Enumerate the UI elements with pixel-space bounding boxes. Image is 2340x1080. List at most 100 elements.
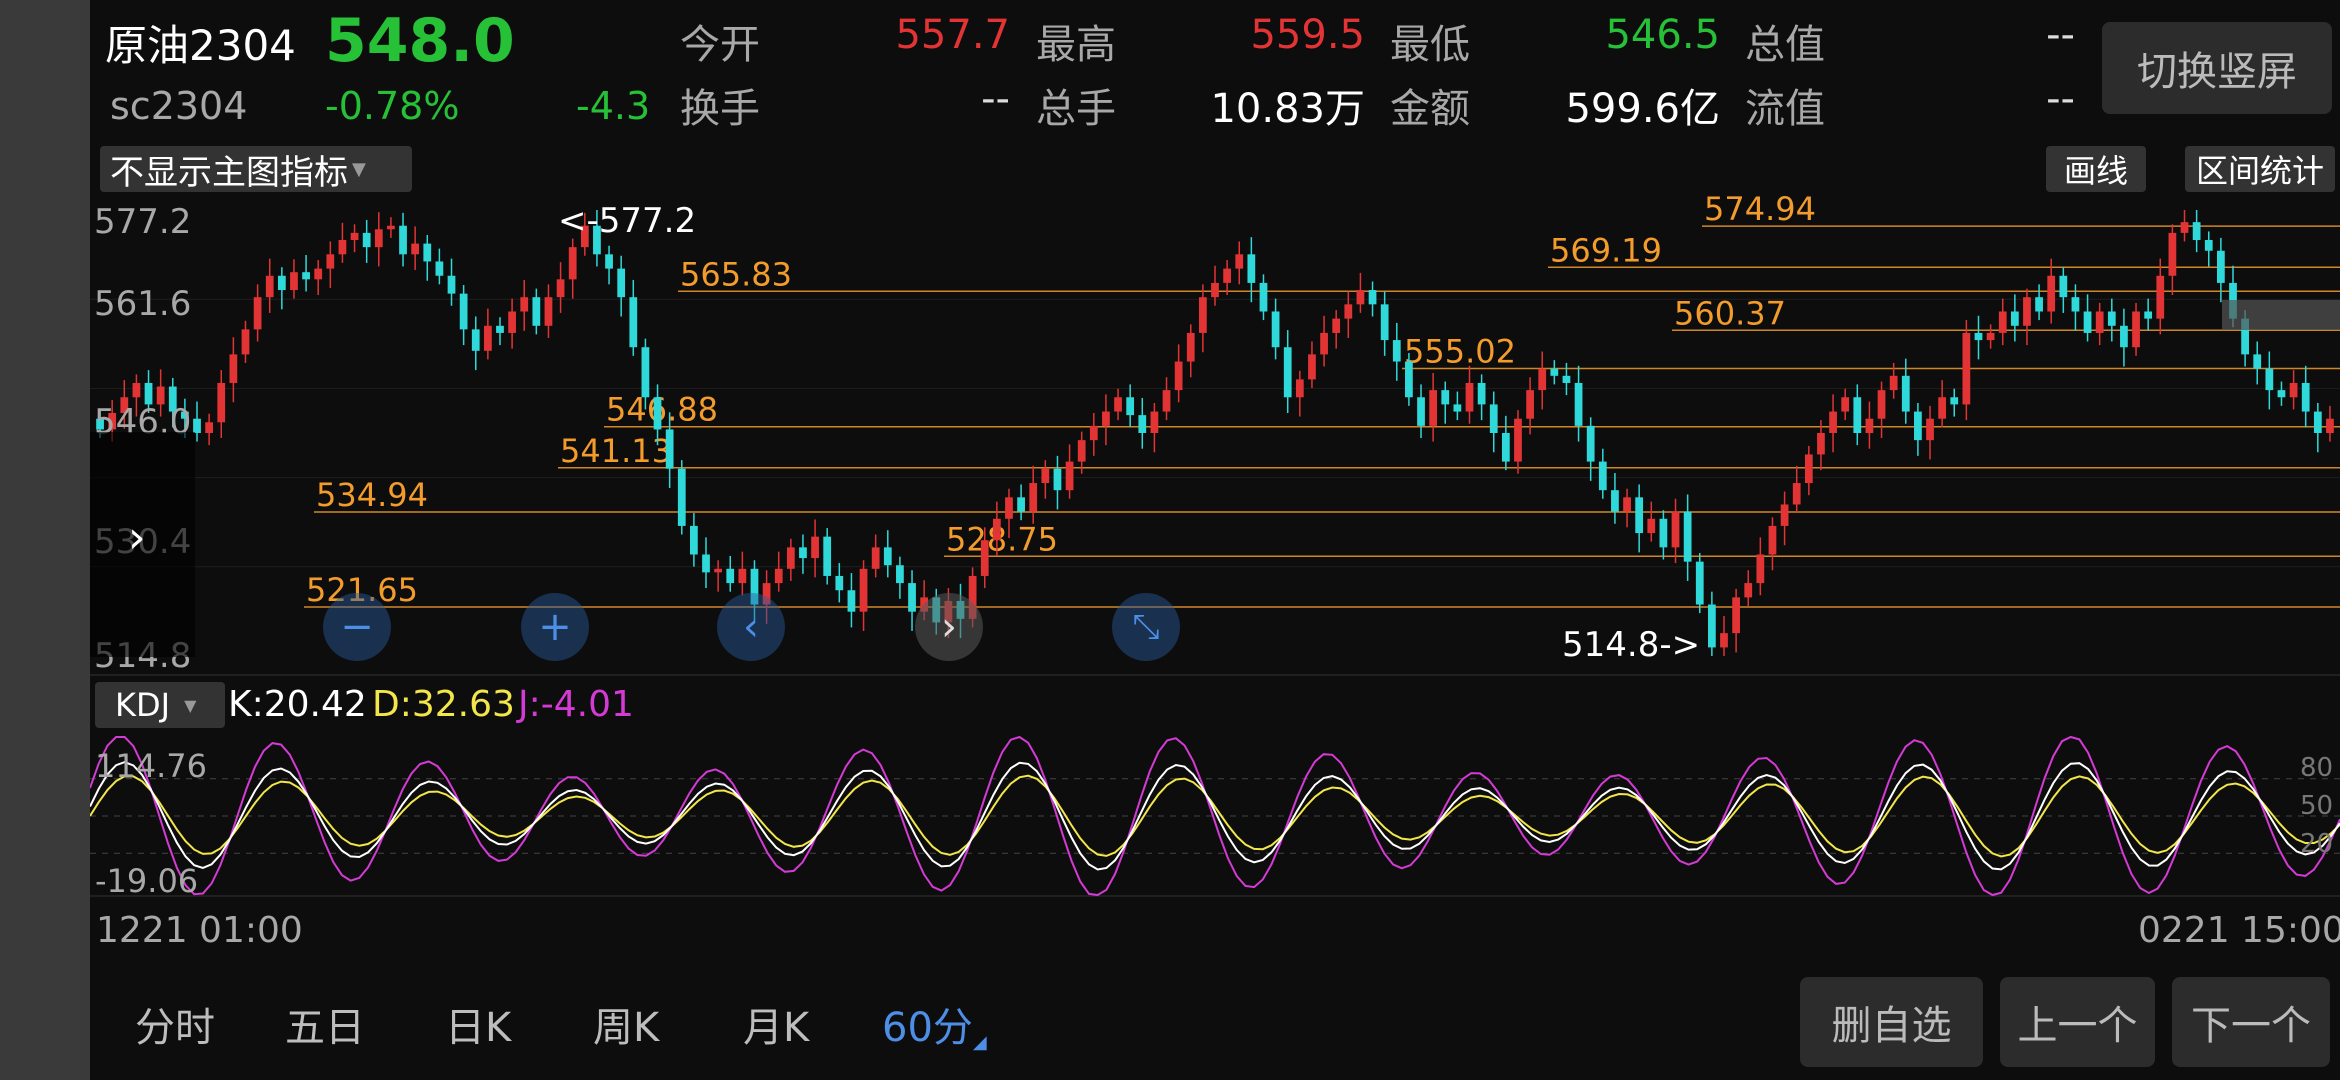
tab-weekly-k[interactable]: 周K bbox=[593, 995, 659, 1053]
candle-body bbox=[2326, 418, 2334, 433]
candle-body bbox=[229, 354, 238, 383]
candle-body bbox=[883, 547, 892, 566]
candle-body bbox=[1780, 504, 1789, 526]
kdj-y-bottom: -19.06 bbox=[95, 862, 199, 900]
field-label: 流值 bbox=[1745, 86, 1825, 132]
y-tick-label: 577.2 bbox=[94, 202, 192, 242]
change-percent: -0.78% bbox=[325, 84, 460, 128]
switch-portrait-button[interactable]: 切换竖屏 bbox=[2102, 22, 2332, 114]
kdj-select-label: KDJ bbox=[115, 686, 171, 724]
candle-body bbox=[2253, 354, 2262, 369]
tab-60-min-label: 60分 bbox=[882, 1005, 973, 1051]
candle-body bbox=[1562, 375, 1571, 383]
expand-chevron-icon[interactable]: › bbox=[128, 512, 146, 563]
field-label: 金额 bbox=[1390, 86, 1470, 132]
draw-line-button[interactable]: 画线 bbox=[2046, 146, 2146, 192]
zoom-out-button[interactable]: − bbox=[323, 593, 391, 661]
candle-body bbox=[2107, 311, 2116, 326]
candle-body bbox=[1998, 311, 2007, 333]
tab-intraday[interactable]: 分时 bbox=[135, 995, 215, 1053]
candle-body bbox=[980, 540, 989, 576]
candle-body bbox=[508, 311, 516, 333]
candle-body bbox=[641, 347, 650, 398]
level-label: 569.19 bbox=[1550, 231, 1662, 269]
candle-body bbox=[302, 272, 310, 280]
candle-body bbox=[1259, 282, 1268, 312]
field-label: 总手 bbox=[1036, 86, 1116, 132]
indicator-select[interactable]: 不显示主图指标 ▼ bbox=[100, 146, 412, 193]
candle-body bbox=[1720, 633, 1728, 648]
candle-body bbox=[399, 225, 407, 255]
previous-button[interactable]: 上一个 bbox=[2000, 977, 2155, 1067]
candle-body bbox=[1804, 454, 1813, 484]
field-label: 换手 bbox=[680, 86, 760, 132]
candle-body bbox=[1768, 525, 1777, 555]
tab-five-day[interactable]: 五日 bbox=[285, 995, 365, 1053]
candle-body bbox=[2192, 222, 2201, 241]
candle-body bbox=[1223, 268, 1231, 283]
candle-body bbox=[205, 422, 214, 433]
time-end: 0221 15:00 bbox=[2138, 910, 2340, 951]
tab-60-min[interactable]: 60分◢ bbox=[882, 995, 987, 1053]
kdj-chart bbox=[90, 735, 2340, 897]
candle-body bbox=[1635, 497, 1644, 534]
candle-body bbox=[2071, 297, 2080, 312]
candle-body bbox=[1526, 390, 1534, 419]
range-stats-button[interactable]: 区间统计 bbox=[2185, 146, 2335, 192]
corner-arrow-icon: ◢ bbox=[972, 1032, 987, 1053]
candle-body bbox=[1877, 390, 1886, 419]
candle-body bbox=[1611, 490, 1619, 512]
candle-body bbox=[132, 382, 141, 398]
candle-body bbox=[1695, 561, 1704, 605]
next-button[interactable]: 下一个 bbox=[2172, 977, 2330, 1067]
kdj-y-top: 114.76 bbox=[95, 747, 207, 785]
candle-body bbox=[1501, 433, 1510, 462]
delete-watchlist-button[interactable]: 删自选 bbox=[1800, 977, 1983, 1067]
candle-body bbox=[1392, 340, 1401, 362]
field-value: 546.5 bbox=[1605, 12, 1720, 58]
candle-body bbox=[568, 247, 577, 280]
candle-body bbox=[690, 525, 698, 555]
candle-body bbox=[447, 275, 456, 294]
zoom-in-button[interactable]: + bbox=[521, 593, 589, 661]
candle-body bbox=[387, 225, 395, 230]
candle-body bbox=[2023, 297, 2031, 326]
compress-arrows-icon: ⤡ bbox=[1132, 607, 1160, 647]
level-label: 528.75 bbox=[946, 520, 1058, 558]
candlestick-chart[interactable]: 574.94 569.19 565.83 560.37 555.02 546.88541.… bbox=[90, 196, 2340, 676]
candle-body bbox=[2204, 240, 2213, 251]
candle-body bbox=[1574, 382, 1583, 426]
tab-daily-k[interactable]: 日K bbox=[445, 995, 511, 1053]
candle-body bbox=[823, 536, 832, 576]
candle-body bbox=[653, 397, 662, 430]
candle-body bbox=[411, 243, 420, 255]
reset-zoom-button[interactable]: ⤡ bbox=[1112, 593, 1180, 661]
minus-icon: − bbox=[340, 604, 374, 650]
candle-body bbox=[1320, 332, 1328, 355]
candle-body bbox=[1671, 511, 1680, 548]
field-label: 今开 bbox=[680, 22, 760, 68]
candle-body bbox=[435, 261, 444, 276]
candle-body bbox=[1744, 583, 1753, 598]
candle-body bbox=[1477, 382, 1486, 405]
candle-body bbox=[2168, 232, 2177, 276]
candle-body bbox=[1647, 518, 1656, 534]
candle-body bbox=[2010, 311, 2019, 326]
scroll-right-button[interactable]: › bbox=[915, 593, 983, 661]
kdj-select[interactable]: KDJ ▼ bbox=[95, 682, 225, 728]
scroll-left-button[interactable]: ‹ bbox=[717, 593, 785, 661]
candle-body bbox=[1914, 411, 1922, 441]
candle-body bbox=[290, 272, 298, 291]
candle-body bbox=[265, 275, 274, 298]
candle-body bbox=[1465, 382, 1474, 412]
candle-body bbox=[1901, 375, 1910, 412]
candle-body bbox=[1295, 379, 1304, 398]
candle-body bbox=[423, 243, 432, 262]
candle-body bbox=[1065, 461, 1074, 491]
kdj-tick-20: 20 bbox=[2300, 829, 2334, 859]
dropdown-arrow-icon: ▼ bbox=[352, 158, 366, 180]
field-value: 559.5 bbox=[1250, 12, 1365, 58]
candle-body bbox=[871, 547, 880, 569]
tab-monthly-k[interactable]: 月K bbox=[743, 995, 809, 1053]
kdj-k-value: K:20.42 bbox=[228, 684, 367, 725]
